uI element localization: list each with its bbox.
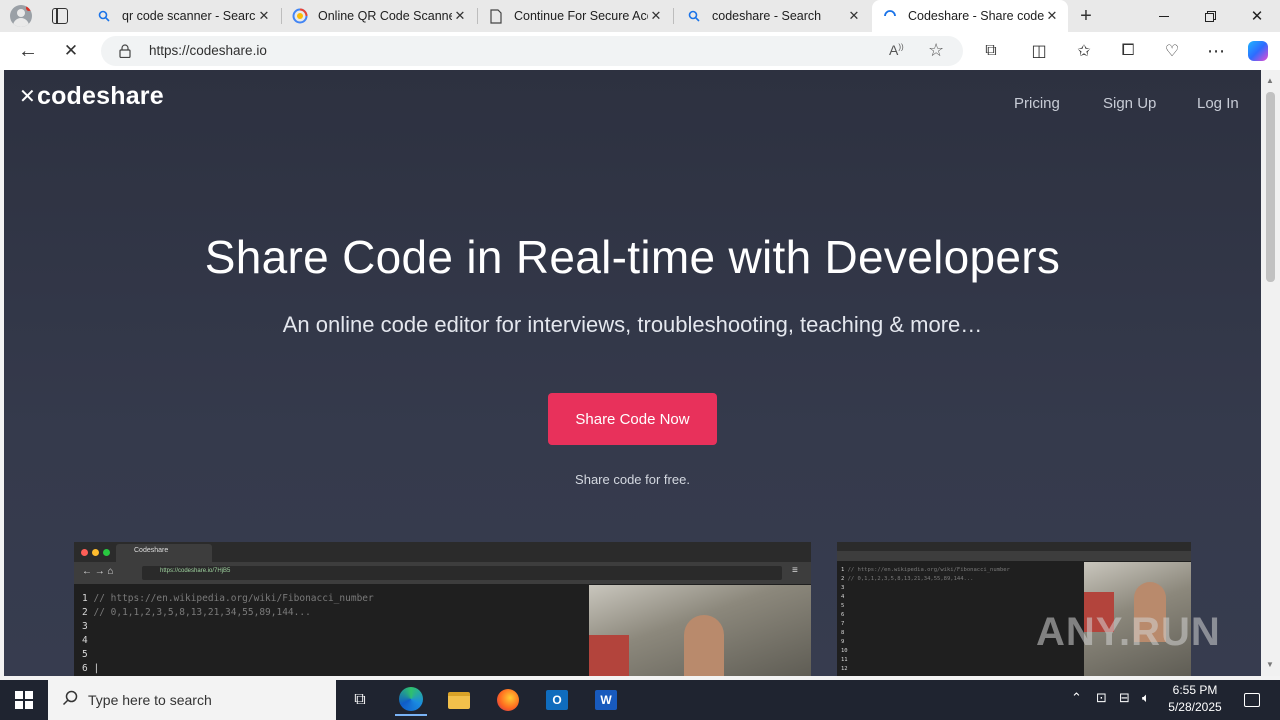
hero-headline: Share Code in Real-time with Developers — [204, 231, 1061, 283]
preview-url: https://codeshare.io/7HjB5 — [160, 568, 231, 574]
edge-taskbar-icon[interactable] — [395, 684, 427, 716]
search-icon — [62, 690, 78, 711]
windows-taskbar: Type here to search ⧉ O W ⌃ ⊡ ⊟ 🔈︎ 6:55 … — [0, 680, 1280, 720]
start-button[interactable] — [8, 684, 40, 716]
close-icon[interactable]: ✕ — [648, 8, 664, 24]
tab-strip: qr code scanner - Search ✕ Online QR Cod… — [0, 0, 1280, 32]
clock-date: 5/28/2025 — [1168, 700, 1222, 714]
tab-qr-search[interactable]: qr code scanner - Search ✕ — [86, 0, 280, 32]
address-bar[interactable]: https://codeshare.io A)) ☆ — [101, 36, 963, 66]
ethernet-icon[interactable]: ⊟ — [1119, 690, 1130, 706]
more-menu-icon[interactable]: ⋯ — [1202, 37, 1230, 65]
new-tab-button[interactable]: + — [1074, 4, 1098, 28]
preview-screenshot-left: Codeshare ← → ⌂ https://codeshare.io/7Hj… — [74, 542, 811, 676]
outlook-icon[interactable]: O — [541, 684, 573, 716]
tab-label: codeshare - Search — [712, 9, 822, 23]
profile-avatar[interactable] — [10, 5, 32, 27]
close-icon[interactable]: ✕ — [846, 8, 862, 24]
word-icon[interactable]: W — [590, 684, 622, 716]
preview-addressbar: ← → ⌂ https://codeshare.io/7HjB5 ≡ — [74, 562, 811, 584]
document-icon — [488, 8, 504, 24]
tab-label: Codeshare - Share code i — [908, 9, 1044, 23]
scroll-up-arrow[interactable]: ▲ — [1266, 76, 1274, 85]
share-code-now-button[interactable]: Share Code Now — [548, 393, 717, 445]
preview-code-right: 1 // https://en.wikipedia.org/wiki/Fibon… — [841, 567, 1010, 672]
network-icon[interactable]: ⊡ — [1096, 690, 1107, 706]
tab-divider — [673, 8, 674, 24]
logo-mark: ✕ — [19, 86, 36, 108]
tab-actions-icon[interactable] — [52, 8, 68, 24]
nav-pricing-link[interactable]: Pricing — [1014, 95, 1060, 112]
preview-tabbar: Codeshare — [74, 542, 811, 562]
lock-icon[interactable] — [119, 44, 131, 59]
loading-icon — [882, 8, 898, 24]
hero-subheadline: An online code editor for interviews, tr… — [282, 312, 983, 337]
stop-loading-button[interactable]: ✕ — [57, 37, 85, 65]
preview-tab-title: Codeshare — [134, 547, 169, 554]
browser-essentials-icon[interactable]: ♡ — [1158, 37, 1186, 65]
favorites-icon[interactable]: ✩ — [1070, 37, 1098, 65]
show-hidden-icons[interactable]: ⌃ — [1071, 690, 1082, 706]
copilot-icon[interactable] — [1244, 37, 1272, 65]
tab-label: qr code scanner - Search — [122, 9, 256, 23]
tab-label: Continue For Secure Acc — [514, 9, 648, 23]
tab-label: Online QR Code Scanner — [318, 9, 452, 23]
taskbar-search-box[interactable]: Type here to search — [48, 680, 336, 720]
search-icon — [96, 8, 112, 24]
toolbar: ← ✕ https://codeshare.io A)) ☆ ⧉ ◫ ✩ ⧠ ♡… — [0, 32, 1280, 70]
codeshare-logo[interactable]: ✕ codeshare — [19, 82, 164, 111]
page-scrollbar[interactable]: ▲ ▼ — [1261, 70, 1280, 676]
firefox-icon[interactable] — [492, 684, 524, 716]
collections-icon[interactable]: ⧠ — [1114, 37, 1142, 65]
split-screen-icon[interactable]: ◫ — [1025, 37, 1053, 65]
nav-signup-link[interactable]: Sign Up — [1103, 95, 1156, 112]
notifications-icon[interactable] — [1236, 684, 1268, 716]
url-text[interactable]: https://codeshare.io — [149, 43, 267, 58]
close-icon[interactable]: ✕ — [1044, 8, 1060, 24]
page-viewport: ✕ codeshare Pricing Sign Up Log In Share… — [4, 70, 1261, 676]
clock-time: 6:55 PM — [1172, 683, 1218, 697]
file-explorer-icon[interactable] — [443, 684, 475, 716]
close-window-button[interactable]: ✕ — [1234, 0, 1280, 32]
back-button[interactable]: ← — [14, 37, 42, 65]
close-icon[interactable]: ✕ — [256, 8, 272, 24]
volume-icon[interactable]: 🔈︎ — [1142, 690, 1150, 706]
favorite-star-icon[interactable]: ☆ — [928, 40, 944, 61]
system-clock[interactable]: 6:55 PM 5/28/2025 — [1160, 682, 1230, 716]
tab-qr-scanner[interactable]: Online QR Code Scanner ✕ — [282, 0, 476, 32]
close-icon[interactable]: ✕ — [452, 8, 468, 24]
restore-button[interactable] — [1187, 0, 1233, 32]
scroll-down-arrow[interactable]: ▼ — [1266, 660, 1274, 669]
preview-code-left: 1 // https://en.wikipedia.org/wiki/Fibon… — [82, 593, 374, 674]
preview-screenshot-right: 1 // https://en.wikipedia.org/wiki/Fibon… — [837, 542, 1191, 676]
qr-scanner-favicon — [292, 8, 308, 24]
nav-login-link[interactable]: Log In — [1197, 95, 1239, 112]
tab-codeshare-search[interactable]: codeshare - Search ✕ — [676, 0, 870, 32]
anyrun-watermark: ANY.RUN — [1036, 610, 1221, 654]
preview-video-left — [589, 585, 811, 676]
extensions-icon[interactable]: ⧉ — [977, 37, 1005, 65]
logo-text: codeshare — [36, 82, 164, 110]
search-icon — [686, 8, 702, 24]
tab-codeshare-active[interactable]: Codeshare - Share code i ✕ — [872, 0, 1068, 32]
minimize-button[interactable] — [1141, 0, 1187, 32]
read-aloud-icon[interactable]: A)) — [889, 42, 904, 58]
free-note: Share code for free. — [575, 472, 690, 487]
tab-continue-secure[interactable]: Continue For Secure Acc ✕ — [478, 0, 672, 32]
task-view-icon[interactable]: ⧉ — [344, 684, 376, 716]
taskbar-search-placeholder: Type here to search — [88, 692, 212, 708]
scrollbar-thumb[interactable] — [1266, 92, 1275, 282]
